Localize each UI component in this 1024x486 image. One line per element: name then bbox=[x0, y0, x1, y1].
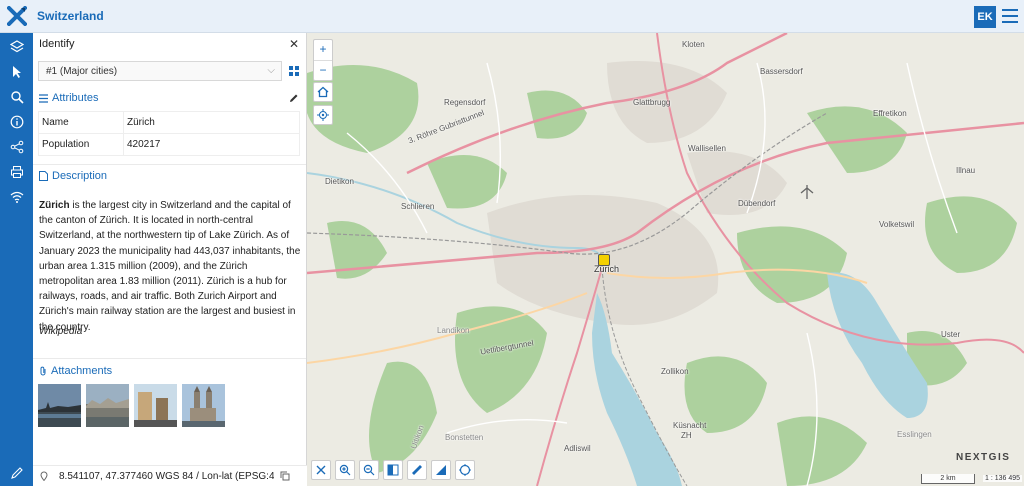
swipe-icon bbox=[387, 464, 399, 476]
menu-icon[interactable] bbox=[1002, 9, 1018, 23]
attributes-heading-label: Attributes bbox=[52, 92, 99, 104]
map-toolbar bbox=[311, 460, 475, 480]
description-heading[interactable]: Description bbox=[39, 170, 107, 182]
info-icon[interactable] bbox=[0, 110, 33, 134]
app-title[interactable]: Switzerland bbox=[37, 9, 104, 23]
search-icon[interactable] bbox=[0, 85, 33, 109]
zoom-out-tool-button[interactable] bbox=[359, 460, 379, 480]
grid-icon[interactable] bbox=[289, 66, 299, 76]
measure-distance-button[interactable] bbox=[407, 460, 427, 480]
chevron-down-icon: ⌵ bbox=[267, 65, 275, 76]
close-icon bbox=[316, 465, 326, 475]
attr-key: Name bbox=[38, 111, 124, 134]
description-heading-label: Description bbox=[52, 170, 108, 182]
attachments-heading[interactable]: Attachments bbox=[39, 365, 112, 377]
map-label: Schlieren bbox=[401, 202, 435, 211]
nextgis-logo-icon[interactable] bbox=[7, 6, 27, 26]
description-text: Zürich is the largest city in Switzerlan… bbox=[39, 198, 301, 335]
map-label: Illnau bbox=[956, 166, 976, 175]
map-label: Bassersdorf bbox=[760, 67, 803, 76]
paperclip-icon bbox=[40, 366, 46, 376]
source-label: Wikipedia bbox=[39, 326, 83, 337]
attr-key: Population bbox=[38, 133, 124, 156]
layer-select-value: #1 (Major cities) bbox=[46, 66, 118, 77]
measure-area-button[interactable] bbox=[431, 460, 451, 480]
zoom-in-button[interactable]: + bbox=[314, 40, 332, 60]
table-row: Name Zürich bbox=[38, 111, 300, 134]
layers-icon[interactable] bbox=[0, 35, 33, 59]
description-bold: Zürich bbox=[39, 200, 70, 211]
map-label: Zollikon bbox=[661, 367, 689, 376]
attributes-heading[interactable]: Attributes bbox=[39, 92, 98, 104]
divider bbox=[33, 358, 306, 359]
home-icon bbox=[317, 86, 329, 98]
layer-select[interactable]: #1 (Major cities) ⌵ bbox=[38, 61, 282, 81]
map-label: Effretikon bbox=[873, 109, 907, 118]
identify-cursor-icon[interactable] bbox=[0, 60, 33, 84]
attributes-table: Name Zürich Population 420217 bbox=[38, 111, 300, 156]
tool-rail bbox=[0, 33, 33, 486]
area-icon bbox=[436, 465, 446, 475]
coordinate-text: 8.541107, 47.377460 WGS 84 / Lon-lat (EP… bbox=[59, 470, 274, 482]
feature-marker[interactable] bbox=[598, 254, 610, 266]
print-icon[interactable] bbox=[0, 160, 33, 184]
map-label: ZH bbox=[681, 431, 692, 440]
map-label: Regensdorf bbox=[444, 98, 486, 107]
panel-title: Identify bbox=[39, 38, 75, 50]
scale-ratio: 1 : 136 495 bbox=[983, 475, 1023, 482]
map-view[interactable]: Kloten Bassersdorf Regensdorf Glattbrugg… bbox=[307, 33, 1024, 486]
location-pin-icon bbox=[40, 471, 48, 481]
description-body: is the largest city in Switzerland and t… bbox=[39, 200, 301, 333]
zoom-out-icon bbox=[363, 464, 375, 476]
map-label: Bonstetten bbox=[445, 433, 484, 442]
edit-pencil-icon[interactable] bbox=[289, 93, 299, 103]
locate-button[interactable] bbox=[313, 105, 333, 125]
home-button[interactable] bbox=[313, 82, 333, 102]
pencil-icon[interactable] bbox=[0, 461, 33, 485]
map-label: Esslingen bbox=[897, 430, 932, 439]
divider bbox=[33, 164, 306, 165]
map-label: Wallisellen bbox=[688, 144, 726, 153]
zoom-out-button[interactable]: − bbox=[314, 60, 332, 80]
zoom-in-tool-button[interactable] bbox=[335, 460, 355, 480]
polygon-tool-button[interactable] bbox=[455, 460, 475, 480]
map-label: Landikon bbox=[437, 326, 470, 335]
scale-bar: 2 km bbox=[921, 474, 975, 484]
attachments-heading-label: Attachments bbox=[51, 365, 113, 377]
document-icon bbox=[39, 171, 48, 181]
polygon-icon bbox=[459, 464, 471, 476]
wifi-icon[interactable] bbox=[0, 185, 33, 209]
list-icon bbox=[39, 93, 48, 103]
attr-value: 420217 bbox=[123, 133, 300, 156]
clear-tool-button[interactable] bbox=[311, 460, 331, 480]
user-avatar[interactable]: EK bbox=[974, 6, 996, 28]
map-label: Kloten bbox=[682, 40, 705, 49]
table-row: Population 420217 bbox=[38, 133, 300, 156]
attr-value: Zürich bbox=[123, 111, 300, 134]
coordinate-bar: 8.541107, 47.377460 WGS 84 / Lon-lat (EP… bbox=[33, 465, 307, 486]
map-label: Dietikon bbox=[325, 177, 354, 186]
map-label: Glattbrugg bbox=[633, 98, 671, 107]
swipe-tool-button[interactable] bbox=[383, 460, 403, 480]
ruler-icon bbox=[412, 465, 422, 475]
map-label: Uster bbox=[941, 330, 961, 339]
attachment-thumbnail[interactable] bbox=[182, 384, 225, 427]
map-label: Küsnacht bbox=[673, 421, 707, 430]
map-label: Dübendorf bbox=[738, 199, 776, 208]
attachment-thumbnail[interactable] bbox=[134, 384, 177, 427]
copy-icon[interactable] bbox=[280, 471, 290, 481]
zoom-in-icon bbox=[339, 464, 351, 476]
close-icon[interactable]: ✕ bbox=[289, 37, 299, 51]
attachment-thumbnails bbox=[38, 384, 225, 427]
app-header: Switzerland EK bbox=[0, 0, 1024, 33]
attachment-thumbnail[interactable] bbox=[86, 384, 129, 427]
map-label: Volketswil bbox=[879, 220, 915, 229]
nextgis-brand: NEXTGIS bbox=[956, 452, 1011, 463]
locate-icon bbox=[317, 109, 329, 121]
attachment-thumbnail[interactable] bbox=[38, 384, 81, 427]
zoom-control: + − bbox=[313, 39, 333, 81]
share-icon[interactable] bbox=[0, 135, 33, 159]
identify-panel: Identify ✕ #1 (Major cities) ⌵ Attribute… bbox=[33, 33, 307, 486]
map-label: Adliswil bbox=[564, 444, 591, 453]
